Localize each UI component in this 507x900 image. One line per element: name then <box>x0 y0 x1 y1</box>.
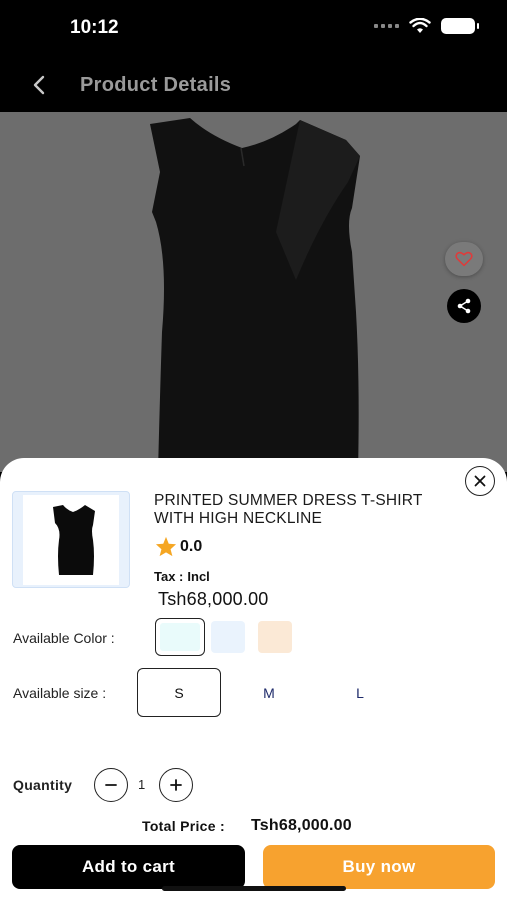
wifi-icon <box>409 18 431 33</box>
back-chevron-icon <box>33 75 45 95</box>
product-hero-image[interactable] <box>0 112 507 472</box>
close-icon <box>474 475 486 487</box>
total-price-label: Total Price : <box>142 818 225 834</box>
product-title: PRINTED SUMMER DRESS T-SHIRT WITH HIGH N… <box>154 492 423 527</box>
close-button[interactable] <box>465 466 495 496</box>
size-option-l[interactable]: L <box>318 668 402 717</box>
quantity-decrease-button[interactable] <box>94 768 128 802</box>
size-option-s[interactable]: S <box>137 668 221 717</box>
tax-info: Tax : Incl <box>154 569 210 584</box>
plus-icon <box>170 779 182 791</box>
favorite-button[interactable] <box>445 242 483 276</box>
share-button[interactable] <box>447 289 481 323</box>
product-price: Tsh68,000.00 <box>158 589 269 609</box>
page-title: Product Details <box>80 74 232 96</box>
size-label: Available size : <box>13 685 107 701</box>
size-option-m[interactable]: M <box>227 668 311 717</box>
color-swatch[interactable] <box>258 621 292 653</box>
quantity-value: 1 <box>138 777 146 792</box>
quantity-label: Quantity <box>13 777 73 793</box>
add-to-cart-button[interactable]: Add to cart <box>12 845 245 889</box>
signal-icon <box>374 24 399 28</box>
thumbnail-dress-image <box>53 505 95 575</box>
battery-icon <box>441 18 479 34</box>
share-icon <box>457 298 471 314</box>
status-icons <box>374 18 479 34</box>
total-price-value: Tsh68,000.00 <box>251 817 352 834</box>
buy-now-button[interactable]: Buy now <box>263 845 495 889</box>
minus-icon <box>105 784 117 786</box>
rating-value: 0.0 <box>180 537 203 555</box>
home-indicator[interactable] <box>162 886 346 891</box>
heart-icon <box>455 251 473 267</box>
dress-image <box>150 118 360 472</box>
nav-bar: Product Details <box>0 58 507 112</box>
status-time: 10:12 <box>70 17 119 38</box>
color-swatch[interactable] <box>211 621 245 653</box>
tax-value: Incl <box>187 569 210 584</box>
product-thumbnail <box>12 491 130 588</box>
tax-label: Tax : <box>154 569 184 584</box>
star-icon <box>155 536 177 557</box>
color-swatch-selected[interactable] <box>155 618 205 656</box>
status-bar: 10:12 <box>0 0 507 58</box>
color-label: Available Color : <box>13 630 115 646</box>
product-rating: 0.0 <box>155 536 202 557</box>
quantity-increase-button[interactable] <box>159 768 193 802</box>
back-button[interactable] <box>26 70 52 100</box>
